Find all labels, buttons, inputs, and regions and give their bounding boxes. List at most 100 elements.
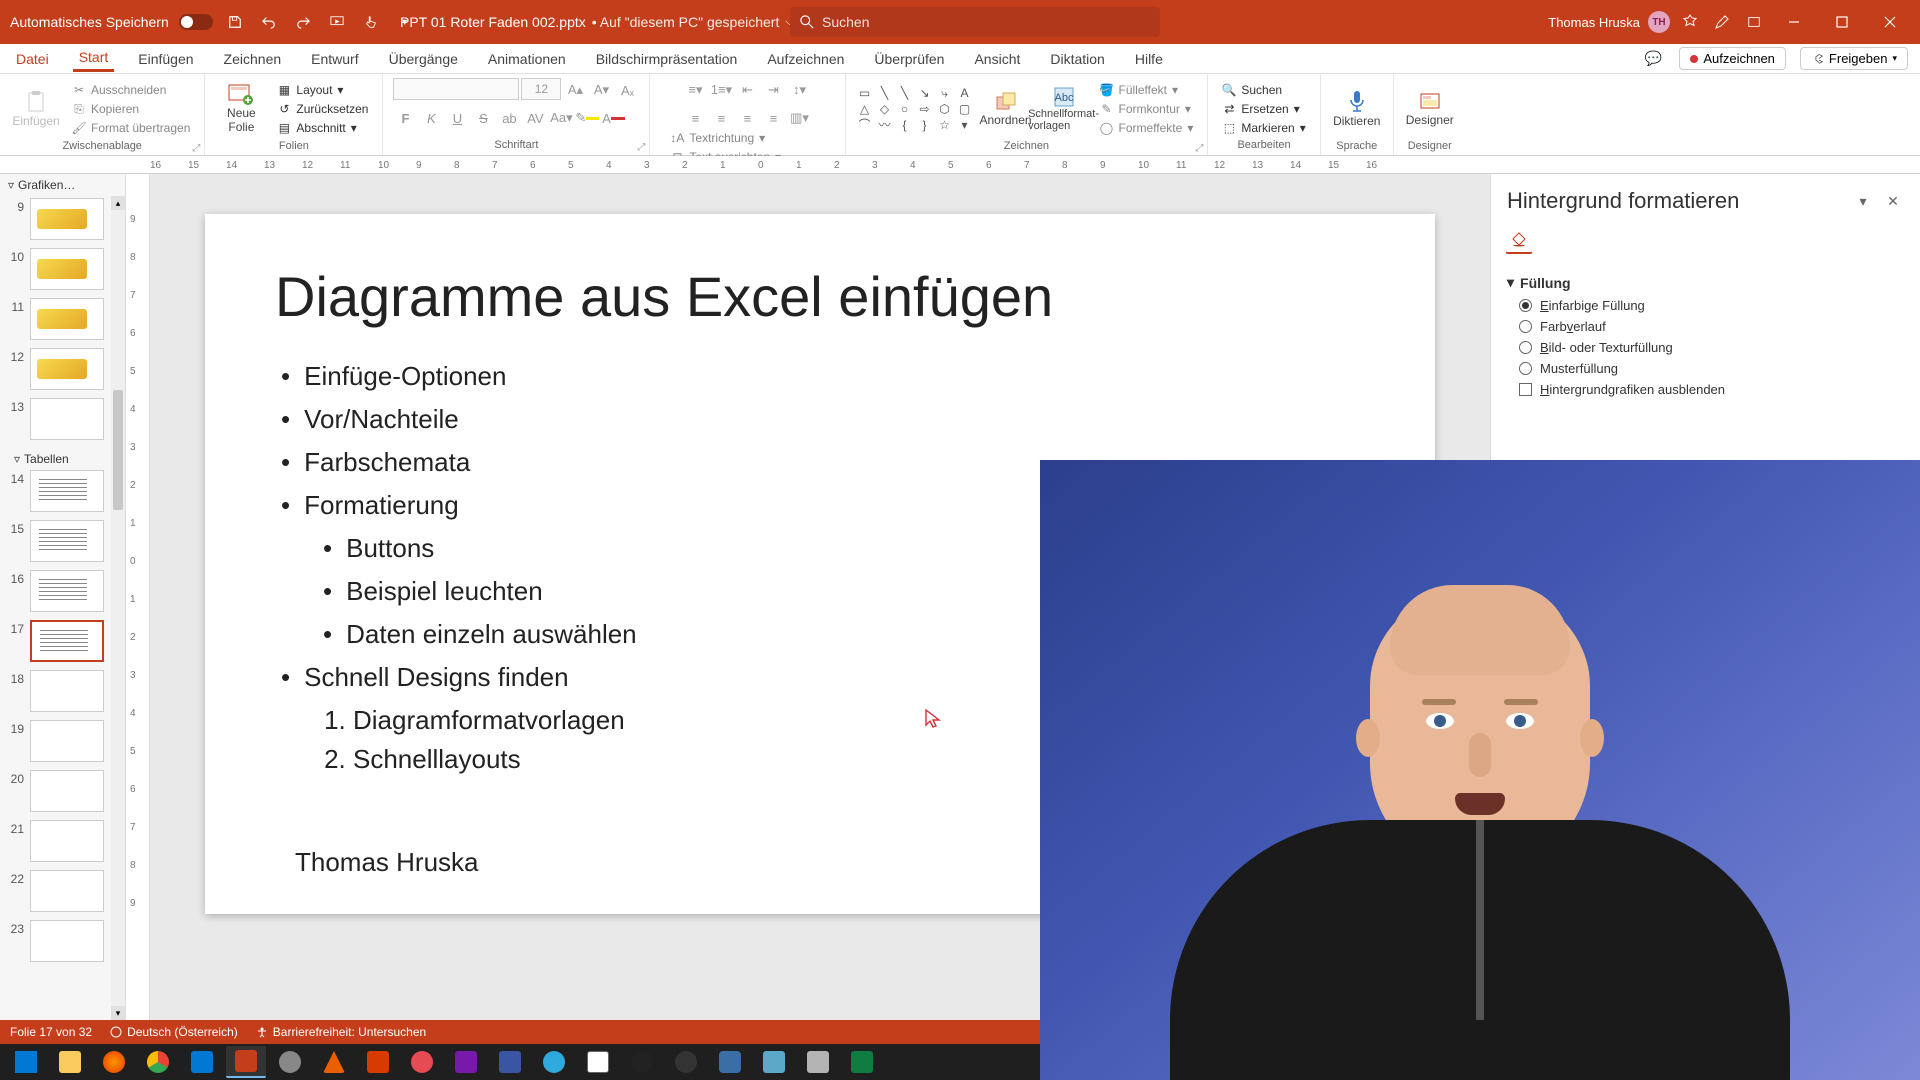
thumbnail-slide[interactable]: 17 bbox=[6, 620, 119, 662]
thumbnail-slide[interactable]: 22 bbox=[6, 870, 119, 912]
coming-soon-icon[interactable] bbox=[1678, 10, 1702, 34]
scroll-handle[interactable] bbox=[113, 390, 123, 510]
replace-button[interactable]: ⇄Ersetzen ▾ bbox=[1218, 101, 1309, 117]
tab-file[interactable]: Datei bbox=[10, 47, 55, 71]
scroll-down-icon[interactable]: ▾ bbox=[111, 1006, 125, 1020]
italic-button[interactable]: K bbox=[419, 106, 443, 130]
comments-icon[interactable]: 💬 bbox=[1641, 47, 1665, 71]
dictate-button[interactable]: Diktieren bbox=[1331, 78, 1383, 140]
vlc-icon[interactable] bbox=[314, 1046, 354, 1078]
shape-fill-button[interactable]: 🪣Fülleffekt ▾ bbox=[1096, 82, 1198, 98]
obs-icon[interactable] bbox=[622, 1046, 662, 1078]
app-icon[interactable] bbox=[666, 1046, 706, 1078]
thumbnail-slide[interactable]: 19 bbox=[6, 720, 119, 762]
font-family-combo[interactable] bbox=[393, 78, 519, 100]
shape-circle-icon[interactable]: ○ bbox=[896, 102, 914, 116]
shape-arrow2-icon[interactable]: ⇨ bbox=[916, 102, 934, 116]
thumbnail-slide[interactable]: 14 bbox=[6, 470, 119, 512]
shape-rect-icon[interactable]: ▭ bbox=[856, 86, 874, 100]
save-icon[interactable] bbox=[223, 10, 247, 34]
touch-mode-icon[interactable] bbox=[359, 10, 383, 34]
scroll-up-icon[interactable]: ▴ bbox=[111, 196, 125, 210]
thumbnail-slide[interactable]: 12 bbox=[6, 348, 119, 390]
shape-connector-icon[interactable]: ⤷ bbox=[936, 86, 954, 100]
explorer-icon[interactable] bbox=[50, 1046, 90, 1078]
increase-indent-icon[interactable]: ⇥ bbox=[761, 78, 785, 102]
align-right-icon[interactable]: ≡ bbox=[735, 106, 759, 130]
user-name[interactable]: Thomas Hruska bbox=[1548, 15, 1640, 30]
shape-text-icon[interactable]: A bbox=[956, 86, 974, 100]
change-case-icon[interactable]: Aa▾ bbox=[549, 106, 573, 130]
thumbnail-slide[interactable]: 23 bbox=[6, 920, 119, 962]
firefox-icon[interactable] bbox=[94, 1046, 134, 1078]
shapes-gallery[interactable]: ▭╲╲↘⤷A △◇○⇨⬡▢ ⌒〰{}☆▾ bbox=[856, 86, 974, 132]
line-spacing-icon[interactable]: ↕▾ bbox=[787, 78, 811, 102]
designer-button[interactable]: Designer bbox=[1404, 78, 1456, 140]
powerpoint-icon[interactable] bbox=[226, 1046, 266, 1078]
hide-bg-checkbox[interactable]: Hintergrundgrafiken ausblenden bbox=[1507, 379, 1904, 400]
cut-button[interactable]: ✂Ausschneiden bbox=[68, 82, 194, 98]
fill-section-header[interactable]: ▾ Füllung bbox=[1507, 270, 1904, 295]
reset-button[interactable]: ↺Zurücksetzen bbox=[273, 101, 372, 117]
shape-triangle-icon[interactable]: △ bbox=[856, 102, 874, 116]
shape-diamond-icon[interactable]: ◇ bbox=[876, 102, 894, 116]
chrome-icon[interactable] bbox=[138, 1046, 178, 1078]
thumbnail-slide[interactable]: 16 bbox=[6, 570, 119, 612]
dialog-launcher-icon[interactable]: ⤢ bbox=[1195, 143, 1203, 154]
thumbnail-slide[interactable]: 13 bbox=[6, 398, 119, 440]
thumbnail-slide[interactable]: 18 bbox=[6, 670, 119, 712]
shape-hexagon-icon[interactable]: ⬡ bbox=[936, 102, 954, 116]
decrease-indent-icon[interactable]: ⇤ bbox=[735, 78, 759, 102]
shape-star-icon[interactable]: ☆ bbox=[936, 118, 954, 132]
onenote-icon[interactable] bbox=[446, 1046, 486, 1078]
layout-button[interactable]: ▦Layout ▾ bbox=[273, 82, 372, 98]
shape-curve-icon[interactable]: ⌒ bbox=[856, 118, 874, 132]
tab-design[interactable]: Entwurf bbox=[305, 47, 364, 71]
section-header-graphics[interactable]: ▿ Grafiken… bbox=[0, 174, 125, 196]
thumbnail-slide[interactable]: 20 bbox=[6, 770, 119, 812]
format-painter-button[interactable]: 🖌Format übertragen bbox=[68, 120, 194, 136]
slide-counter[interactable]: Folie 17 von 32 bbox=[10, 1025, 92, 1039]
align-left-icon[interactable]: ≡ bbox=[683, 106, 707, 130]
search-box[interactable] bbox=[790, 7, 1160, 37]
shape-line2-icon[interactable]: ╲ bbox=[896, 86, 914, 100]
underline-button[interactable]: U bbox=[445, 106, 469, 130]
outlook-icon[interactable] bbox=[182, 1046, 222, 1078]
redo-icon[interactable] bbox=[291, 10, 315, 34]
telegram-icon[interactable] bbox=[534, 1046, 574, 1078]
visio-icon[interactable] bbox=[490, 1046, 530, 1078]
record-button[interactable]: Aufzeichnen bbox=[1679, 47, 1786, 70]
font-size-combo[interactable] bbox=[521, 78, 561, 100]
app-icon[interactable] bbox=[270, 1046, 310, 1078]
undo-icon[interactable] bbox=[257, 10, 281, 34]
section-button[interactable]: ▤Abschnitt ▾ bbox=[273, 120, 372, 136]
pen-icon[interactable] bbox=[1710, 10, 1734, 34]
app-icon[interactable] bbox=[578, 1046, 618, 1078]
strikethrough-button[interactable]: S bbox=[471, 106, 495, 130]
user-avatar[interactable]: TH bbox=[1648, 11, 1670, 33]
columns-icon[interactable]: ▥▾ bbox=[787, 106, 811, 130]
thumbnail-scrollbar[interactable]: ▴ ▾ bbox=[111, 196, 125, 1020]
new-slide-button[interactable]: Neue Folie bbox=[215, 78, 267, 140]
language-indicator[interactable]: Deutsch (Österreich) bbox=[110, 1025, 238, 1039]
tab-dictation[interactable]: Diktation bbox=[1044, 47, 1110, 71]
shape-more-icon[interactable]: ▾ bbox=[956, 118, 974, 132]
fill-tab-icon[interactable] bbox=[1505, 226, 1533, 254]
quick-styles-button[interactable]: Abc Schnellformat-vorlagen bbox=[1038, 78, 1090, 140]
shadow-button[interactable]: ab bbox=[497, 106, 521, 130]
accessibility-checker[interactable]: Barrierefreiheit: Untersuchen bbox=[256, 1025, 426, 1039]
gradient-fill-radio[interactable]: Farbverlauf bbox=[1507, 316, 1904, 337]
thumbnail-slide[interactable]: 15 bbox=[6, 520, 119, 562]
tab-home[interactable]: Start bbox=[73, 45, 115, 72]
thumbnail-slide[interactable]: 11 bbox=[6, 298, 119, 340]
app-icon[interactable] bbox=[710, 1046, 750, 1078]
char-spacing-icon[interactable]: AV bbox=[523, 106, 547, 130]
clear-formatting-icon[interactable]: Aₓ bbox=[615, 78, 639, 102]
text-direction-button[interactable]: ↕ATextrichtung ▾ bbox=[666, 130, 834, 146]
font-color-icon[interactable]: A bbox=[601, 106, 625, 130]
pane-options-icon[interactable]: ▾ bbox=[1852, 190, 1874, 212]
app-icon[interactable] bbox=[754, 1046, 794, 1078]
shape-roundrect-icon[interactable]: ▢ bbox=[956, 102, 974, 116]
close-button[interactable] bbox=[1870, 5, 1910, 39]
solid-fill-radio[interactable]: Einfarbige Füllung bbox=[1507, 295, 1904, 316]
